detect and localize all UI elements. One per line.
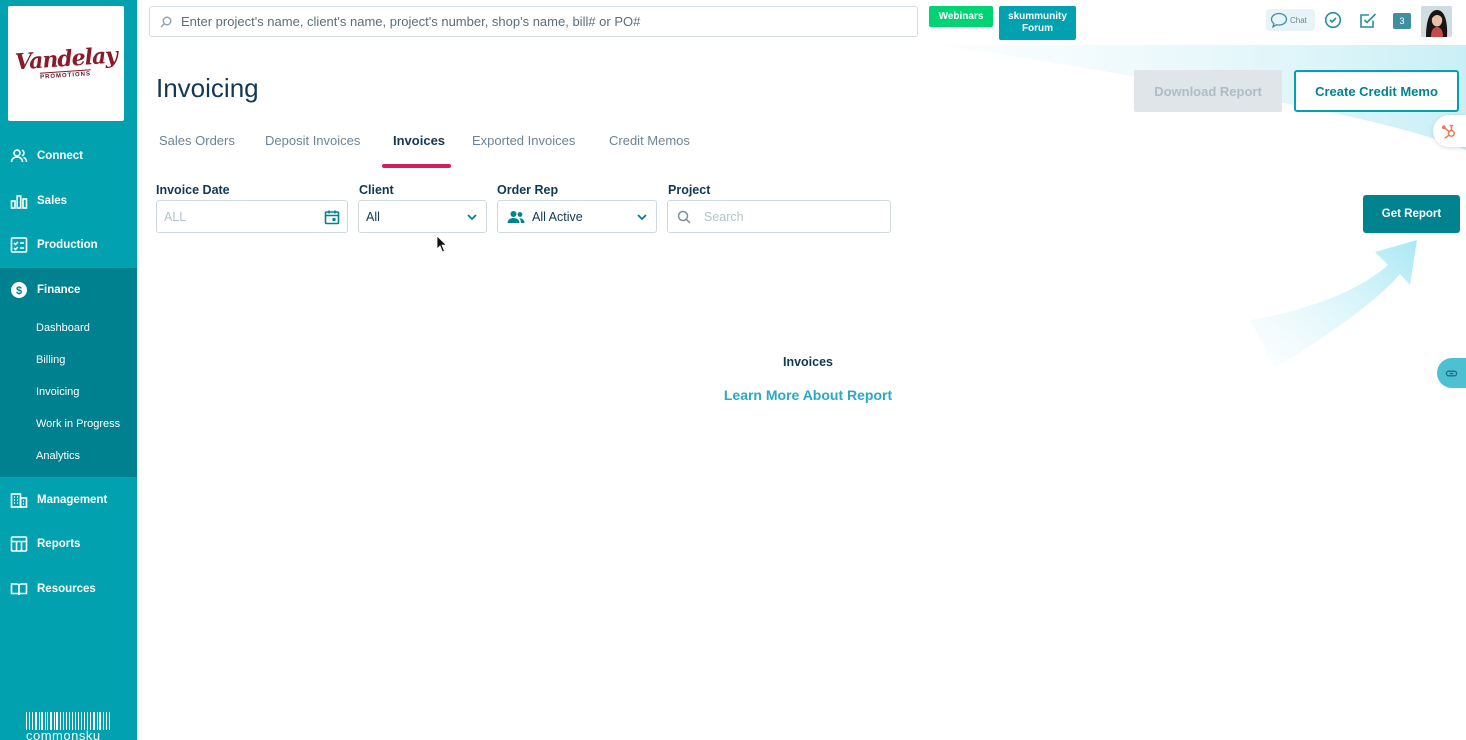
empty-state-title: Invoices (782, 355, 834, 369)
sidebar-item-label: Production (37, 239, 98, 251)
sidebar-item-label: Reports (37, 538, 81, 550)
sidebar-subitem-dashboard[interactable]: Dashboard (36, 322, 90, 334)
user-avatar[interactable] (1421, 6, 1452, 37)
chevron-down-icon (637, 213, 647, 220)
sidebar-item-label: Connect (37, 150, 83, 162)
forum-label-line2: Forum (1021, 23, 1054, 34)
building-icon (10, 491, 28, 509)
sidebar-subitem-work-in-progress[interactable]: Work in Progress (36, 418, 120, 430)
logo-text: Vandelay (14, 42, 118, 76)
checklist-icon (10, 236, 28, 254)
sidebar: Vandelay PROMOTIONS Connect Sales Produc… (0, 0, 137, 740)
project-search-input[interactable]: Search (667, 200, 891, 233)
download-report-button[interactable]: Download Report (1134, 70, 1282, 112)
dollar-icon: $ (10, 281, 28, 299)
global-search-input[interactable]: Enter project's name, client's name, pro… (149, 6, 918, 37)
task-checklist-icon[interactable] (1359, 11, 1377, 29)
sidebar-item-label: Finance (37, 284, 81, 296)
order-rep-select-value: All Active (532, 209, 583, 224)
tab-deposit-invoices[interactable]: Deposit Invoices (265, 133, 360, 148)
invoice-date-label: Invoice Date (156, 183, 230, 197)
order-rep-select[interactable]: All Active (497, 200, 657, 233)
search-icon (677, 210, 691, 224)
calendar-icon[interactable] (324, 209, 340, 225)
sidebar-item-sales[interactable]: Sales (0, 179, 137, 223)
project-search-placeholder: Search (704, 209, 744, 224)
tab-invoices[interactable]: Invoices (393, 133, 445, 148)
footer-brand-text: commonsku (26, 728, 101, 740)
client-select[interactable]: All (358, 200, 487, 233)
sidebar-subitem-billing[interactable]: Billing (36, 354, 65, 366)
bar-chart-icon (10, 192, 28, 210)
table-icon (10, 535, 28, 553)
client-select-value: All (366, 209, 380, 224)
invoice-date-placeholder: ALL (164, 209, 187, 224)
active-tab-indicator (382, 164, 451, 168)
commonsku-logo: commonsku (26, 712, 110, 740)
project-label: Project (668, 183, 711, 197)
chat-button[interactable]: Chat (1266, 9, 1315, 31)
company-logo[interactable]: Vandelay PROMOTIONS (8, 6, 124, 121)
book-icon (10, 580, 28, 598)
sidebar-subitem-invoicing[interactable]: Invoicing (36, 386, 79, 398)
sidebar-item-resources[interactable]: Resources (0, 567, 137, 611)
sidebar-item-label: Resources (37, 583, 96, 595)
global-search-placeholder: Enter project's name, client's name, pro… (181, 14, 641, 29)
chat-label: Chat (1290, 15, 1307, 25)
chevron-down-icon (467, 213, 477, 220)
sidebar-item-management[interactable]: Management (0, 478, 137, 522)
users-icon (507, 210, 525, 223)
people-icon (10, 147, 28, 165)
learn-more-link[interactable]: Learn More About Report (700, 387, 916, 403)
forum-button[interactable]: skummunity Forum (999, 6, 1076, 40)
chat-bubble-icon (1270, 12, 1288, 28)
client-label: Client (359, 183, 394, 197)
invoice-date-field[interactable]: ALL (156, 200, 348, 233)
svg-text:$: $ (16, 285, 22, 297)
tab-credit-memos[interactable]: Credit Memos (609, 133, 690, 148)
search-icon (160, 16, 172, 27)
hubspot-icon[interactable] (1433, 115, 1466, 147)
get-report-button[interactable]: Get Report (1363, 195, 1460, 233)
create-credit-memo-button[interactable]: Create Credit Memo (1294, 70, 1459, 112)
clock-check-icon[interactable] (1324, 11, 1342, 29)
link-icon (1445, 370, 1458, 376)
tab-sales-orders[interactable]: Sales Orders (159, 133, 235, 148)
forum-label-line1: skummunity (1008, 10, 1067, 22)
sidebar-item-label: Management (37, 494, 108, 506)
tab-exported-invoices[interactable]: Exported Invoices (472, 133, 575, 148)
page-title: Invoicing (156, 73, 259, 103)
sidebar-item-finance[interactable]: $ Finance (0, 268, 137, 312)
side-drawer-toggle[interactable] (1437, 358, 1466, 388)
mouse-cursor-icon (436, 235, 448, 253)
notification-badge[interactable]: 3 (1393, 13, 1411, 29)
sidebar-subitem-analytics[interactable]: Analytics (36, 450, 80, 462)
sidebar-item-reports[interactable]: Reports (0, 522, 137, 566)
sidebar-item-label: Sales (37, 195, 68, 207)
sidebar-item-production[interactable]: Production (0, 223, 137, 267)
webinars-button[interactable]: Webinars (929, 6, 993, 27)
order-rep-label: Order Rep (497, 183, 559, 197)
sidebar-item-connect[interactable]: Connect (0, 134, 137, 178)
